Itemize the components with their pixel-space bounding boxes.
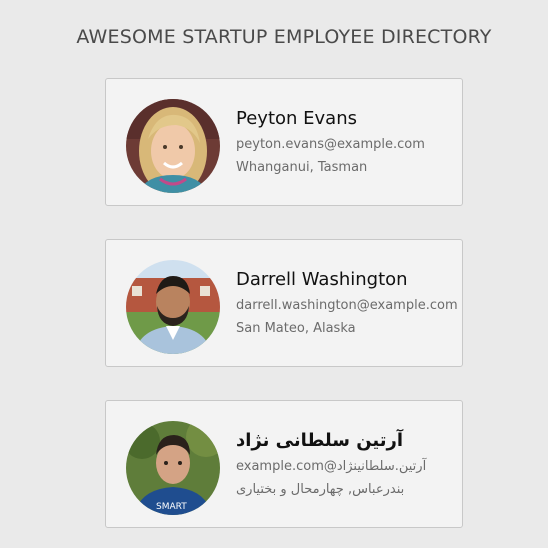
employee-email[interactable]: darrell.washington@example.com	[236, 294, 460, 317]
employee-location: San Mateo, Alaska	[236, 321, 356, 336]
avatar	[126, 260, 220, 354]
page-title: AWESOME STARTUP EMPLOYEE DIRECTORY	[76, 26, 492, 48]
person-photo-young-man: SMART	[126, 421, 220, 515]
employee-location: بندرعباس, چهارمحال و بختیاری	[236, 482, 405, 497]
employee-name[interactable]: آرتین سلطانی نژاد	[236, 429, 460, 453]
person-photo-bearded-man	[126, 260, 220, 354]
employee-card[interactable]: SMART آرتین سلطانی نژاد آرتین.سلطانینژاد…	[105, 400, 463, 528]
employee-card[interactable]: Peyton Evans peyton.evans@example.com Wh…	[105, 78, 463, 206]
employee-info: Darrell Washington darrell.washington@ex…	[236, 268, 460, 340]
avatar	[126, 99, 220, 193]
employee-card[interactable]: Darrell Washington darrell.washington@ex…	[105, 239, 463, 367]
employee-name[interactable]: Darrell Washington	[236, 268, 460, 292]
employee-info: Peyton Evans peyton.evans@example.com Wh…	[236, 107, 460, 179]
avatar: SMART	[126, 421, 220, 515]
employee-email[interactable]: peyton.evans@example.com	[236, 133, 460, 156]
employee-email[interactable]: آرتین.سلطانینژاد@example.com	[236, 455, 460, 478]
svg-text:SMART: SMART	[156, 502, 187, 512]
employee-name[interactable]: Peyton Evans	[236, 107, 460, 131]
employee-directory-page: AWESOME STARTUP EMPLOYEE DIRECTORY Peyto…	[0, 0, 548, 548]
employee-info: آرتین سلطانی نژاد آرتین.سلطانینژاد@examp…	[236, 429, 460, 501]
employee-location: Whanganui, Tasman	[236, 160, 368, 175]
person-photo-blonde-woman	[126, 99, 220, 193]
